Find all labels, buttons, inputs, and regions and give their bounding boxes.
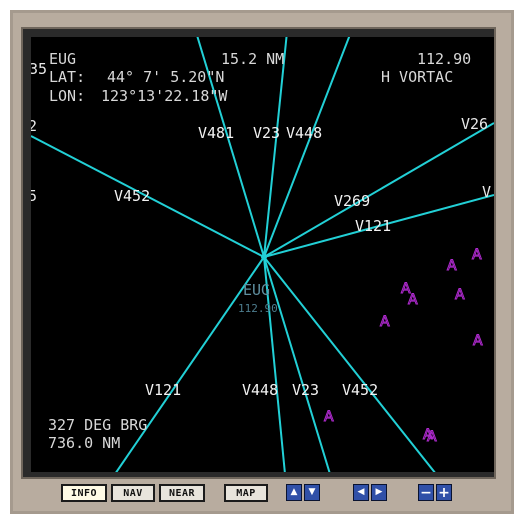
station-id-text: EUG bbox=[49, 50, 76, 68]
left-arrow-icon: ◀ bbox=[357, 487, 365, 497]
airway-line-v121-south bbox=[115, 256, 265, 472]
near-button[interactable]: NEAR bbox=[159, 484, 205, 502]
plus-icon: + bbox=[438, 484, 450, 501]
navigation-map[interactable]: EUG 15.2 NM 112.90 LAT: 44° 7' 5.20"N H … bbox=[31, 37, 494, 472]
terrain-markers: A A A A A A A A A A bbox=[324, 247, 484, 446]
zoom-out-button[interactable]: − bbox=[418, 484, 434, 501]
station-type-text: H VORTAC bbox=[381, 68, 453, 86]
nav-button[interactable]: NAV bbox=[111, 484, 155, 502]
right-arrow-icon: ▶ bbox=[375, 487, 383, 497]
down-arrow-icon: ▼ bbox=[308, 487, 316, 497]
zoom-in-button[interactable]: + bbox=[436, 484, 452, 501]
scroll-left-button[interactable]: ◀ bbox=[353, 484, 369, 501]
station-name-label: EUG bbox=[243, 281, 270, 299]
airway-label-v481: V481 bbox=[198, 124, 234, 142]
station-frequency-label: 112.90 bbox=[238, 302, 278, 315]
longitude-value: 123°13'22.18"W bbox=[101, 87, 228, 105]
bearing-distance-text: 736.0 NM bbox=[48, 434, 120, 452]
terrain-marker: A bbox=[324, 409, 334, 425]
info-button[interactable]: INFO bbox=[61, 484, 107, 502]
terrain-marker: A bbox=[473, 333, 483, 349]
airway-line-v26 bbox=[263, 122, 494, 258]
terrain-marker: A bbox=[380, 314, 390, 330]
device-toolbar: INFO NAV NEAR MAP ▲ ▼ ◀ ▶ − + bbox=[20, 484, 496, 506]
map-button[interactable]: MAP bbox=[224, 484, 268, 502]
airway-line-v448-north bbox=[263, 37, 351, 258]
airway-label-v452-left: V452 bbox=[114, 187, 150, 205]
airway-line-v23-north bbox=[263, 37, 288, 258]
terrain-marker: A bbox=[472, 247, 482, 263]
edge-label-right-top: V26 bbox=[461, 115, 488, 133]
edge-label-left-low: 5 bbox=[31, 187, 37, 205]
latitude-value: 44° 7' 5.20"N bbox=[107, 68, 224, 86]
edge-label-right-mid: V bbox=[482, 183, 491, 201]
edge-label-left-mid: 2 bbox=[31, 117, 37, 135]
airway-label-v121-right: V121 bbox=[355, 217, 391, 235]
airway-label-v23-bottom: V23 bbox=[292, 381, 319, 399]
distance-text: 15.2 NM bbox=[221, 50, 284, 68]
airway-label-v121-bottom: V121 bbox=[145, 381, 181, 399]
scroll-up-button[interactable]: ▲ bbox=[286, 484, 302, 501]
edge-label-left-top: 35 bbox=[31, 60, 47, 78]
vortac-station-marker[interactable] bbox=[261, 254, 267, 260]
scroll-down-button[interactable]: ▼ bbox=[304, 484, 320, 501]
latitude-label: LAT: bbox=[49, 68, 85, 86]
airway-label-v448-top: V448 bbox=[286, 124, 322, 142]
map-screen[interactable]: EUG 15.2 NM 112.90 LAT: 44° 7' 5.20"N H … bbox=[31, 37, 494, 472]
up-arrow-icon: ▲ bbox=[290, 487, 298, 497]
airway-label-v452-bottom: V452 bbox=[342, 381, 378, 399]
airway-label-v269: V269 bbox=[334, 192, 370, 210]
airway-label-v23-top: V23 bbox=[253, 124, 280, 142]
longitude-label: LON: bbox=[49, 87, 85, 105]
bearing-text: 327 DEG BRG bbox=[48, 416, 147, 434]
frequency-text: 112.90 bbox=[417, 50, 471, 68]
terrain-marker: A bbox=[408, 292, 418, 308]
terrain-marker: A bbox=[455, 287, 465, 303]
minus-icon: − bbox=[420, 484, 432, 501]
scroll-right-button[interactable]: ▶ bbox=[371, 484, 387, 501]
airway-label-v448-bottom: V448 bbox=[242, 381, 278, 399]
terrain-marker: A bbox=[427, 429, 437, 445]
terrain-marker: A bbox=[447, 258, 457, 274]
